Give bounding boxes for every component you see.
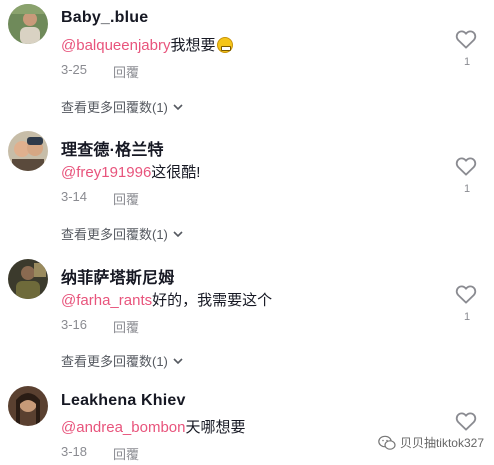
comment-body: 我想要	[170, 37, 216, 54]
reply-button[interactable]: 回覆	[113, 317, 139, 336]
username[interactable]: 理查德·格兰特	[61, 136, 164, 160]
heart-icon[interactable]	[455, 29, 477, 49]
reply-button[interactable]: 回覆	[113, 62, 139, 81]
view-more-replies[interactable]: 查看更多回覆数(1)	[61, 224, 184, 243]
comment-text: @balqueenjabry我想要	[61, 34, 234, 55]
comment-date: 3-25	[61, 62, 88, 77]
heart-icon[interactable]	[455, 411, 477, 431]
comment-meta: 3-18 回覆	[61, 444, 139, 463]
wechat-icon	[378, 435, 396, 450]
heart-icon[interactable]	[455, 156, 477, 176]
view-more-replies[interactable]: 查看更多回覆数(1)	[61, 351, 184, 370]
chevron-down-icon	[173, 357, 183, 364]
comment-text: @farha_rants好的，我需要这个	[61, 289, 272, 310]
chevron-down-icon	[173, 103, 183, 110]
like-count: 1	[463, 56, 471, 68]
comment-meta: 3-25 回覆	[61, 62, 139, 81]
mention-link[interactable]: @frey191996	[61, 164, 151, 181]
comment-text: @andrea_bombon天哪想要	[61, 416, 246, 437]
comment-meta: 3-14 回覆	[61, 189, 139, 208]
username[interactable]: 纳菲萨塔斯尼姆	[61, 264, 174, 288]
comment-body: 好的，我需要这个	[152, 292, 273, 309]
watermark-text: 贝贝抽tiktok327	[399, 436, 484, 450]
comment-body: 这很酷!	[151, 164, 201, 181]
avatar[interactable]	[8, 386, 48, 426]
comment-date: 3-14	[61, 189, 88, 204]
mention-link[interactable]: @balqueenjabry	[61, 37, 170, 54]
mention-link[interactable]: @andrea_bombon	[61, 419, 185, 436]
view-more-replies[interactable]: 查看更多回覆数(1)	[61, 97, 184, 116]
avatar[interactable]	[8, 131, 48, 171]
like-count: 1	[463, 183, 471, 195]
username[interactable]: Leakhena Khiev	[61, 392, 186, 410]
username[interactable]: Baby_.blue	[61, 9, 148, 27]
avatar[interactable]	[8, 259, 48, 299]
comment-date: 3-16	[61, 317, 88, 332]
view-more-label: 查看更多回覆数(1)	[61, 100, 168, 115]
heart-icon[interactable]	[455, 284, 477, 304]
grinning-face-icon	[217, 37, 234, 53]
comment-body: 天哪想要	[185, 419, 246, 436]
mention-link[interactable]: @farha_rants	[61, 292, 152, 309]
reply-button[interactable]: 回覆	[113, 444, 139, 463]
comment-text: @frey191996这很酷!	[61, 161, 200, 182]
view-more-label: 查看更多回覆数(1)	[61, 354, 168, 369]
chevron-down-icon	[173, 230, 183, 237]
watermark: 贝贝抽tiktok327	[378, 434, 484, 451]
comment-date: 3-18	[61, 444, 88, 459]
like-count: 1	[463, 311, 471, 323]
avatar[interactable]	[8, 4, 48, 44]
comment-meta: 3-16 回覆	[61, 317, 139, 336]
reply-button[interactable]: 回覆	[113, 189, 139, 208]
view-more-label: 查看更多回覆数(1)	[61, 227, 168, 242]
